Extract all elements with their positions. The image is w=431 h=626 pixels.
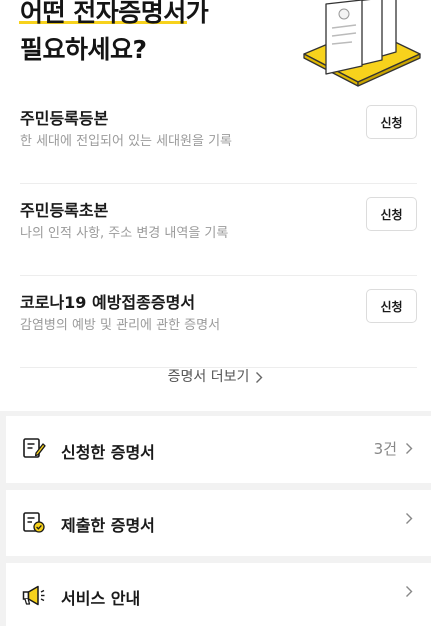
chevron-right-icon [406, 443, 413, 454]
certificate-card: 어떤 전자증명서가 필요하세요? 주민등록등본 한 세대에 전입되어 있는 세대… [0, 0, 431, 411]
applied-count: 3건 [373, 440, 397, 458]
menu-item-submitted-certificates[interactable]: 제출한 증명서 [6, 490, 431, 556]
document-description: 감염병의 예방 및 관리에 관한 증명서 [20, 318, 221, 333]
menu-right: 3건 [374, 438, 413, 459]
headline-line-1-rest: 가 [185, 0, 209, 27]
document-description: 한 세대에 전입되어 있는 세대원을 기록 [20, 134, 233, 149]
document-title: 주민등록등본 [20, 109, 109, 128]
apply-button[interactable]: 신청 [366, 105, 417, 139]
menu-label: 신청한 증명서 [61, 443, 155, 462]
document-item-covid-vaccination[interactable]: 코로나19 예방접종증명서 감염병의 예방 및 관리에 관한 증명서 신청 [20, 276, 417, 368]
chevron-right-icon [406, 513, 413, 524]
document-item-resident-abstract[interactable]: 주민등록초본 나의 인적 사항, 주소 변경 내역을 기록 신청 [20, 184, 417, 276]
more-certificates-link[interactable]: 증명서 더보기 [0, 366, 431, 386]
menu-right [397, 512, 413, 525]
megaphone-icon [22, 585, 45, 606]
document-description: 나의 인적 사항, 주소 변경 내역을 기록 [20, 226, 229, 241]
chevron-right-icon [256, 371, 263, 383]
page-headline: 어떤 전자증명서가 필요하세요? [19, 0, 209, 68]
menu-right [397, 585, 413, 598]
menu-item-service-guide[interactable]: 서비스 안내 [6, 563, 431, 626]
headline-line-1: 어떤 전자증명서가 [19, 0, 209, 31]
document-title: 주민등록초본 [20, 201, 109, 220]
chevron-right-icon [406, 586, 413, 597]
menu-item-applied-certificates[interactable]: 신청한 증명서 3건 [6, 416, 431, 483]
document-title: 코로나19 예방접종증명서 [20, 293, 196, 312]
phone-documents-illustration [303, 0, 421, 87]
document-pencil-icon [23, 438, 46, 458]
menu-label: 제출한 증명서 [61, 516, 155, 535]
document-item-resident-register[interactable]: 주민등록등본 한 세대에 전입되어 있는 세대원을 기록 신청 [20, 92, 417, 184]
certificate-page: 어떤 전자증명서가 필요하세요? 주민등록등본 한 세대에 전입되어 있는 세대… [0, 0, 431, 626]
more-certificates-label: 증명서 더보기 [167, 369, 250, 385]
apply-button[interactable]: 신청 [366, 197, 417, 231]
apply-button[interactable]: 신청 [366, 289, 417, 323]
headline-line-2: 필요하세요? [20, 35, 147, 64]
document-check-icon [23, 512, 45, 533]
menu-label: 서비스 안내 [61, 589, 141, 608]
headline-highlight: 어떤 전자증명서 [19, 0, 187, 31]
headline-highlight-text: 어떤 전자증명서 [20, 0, 186, 27]
